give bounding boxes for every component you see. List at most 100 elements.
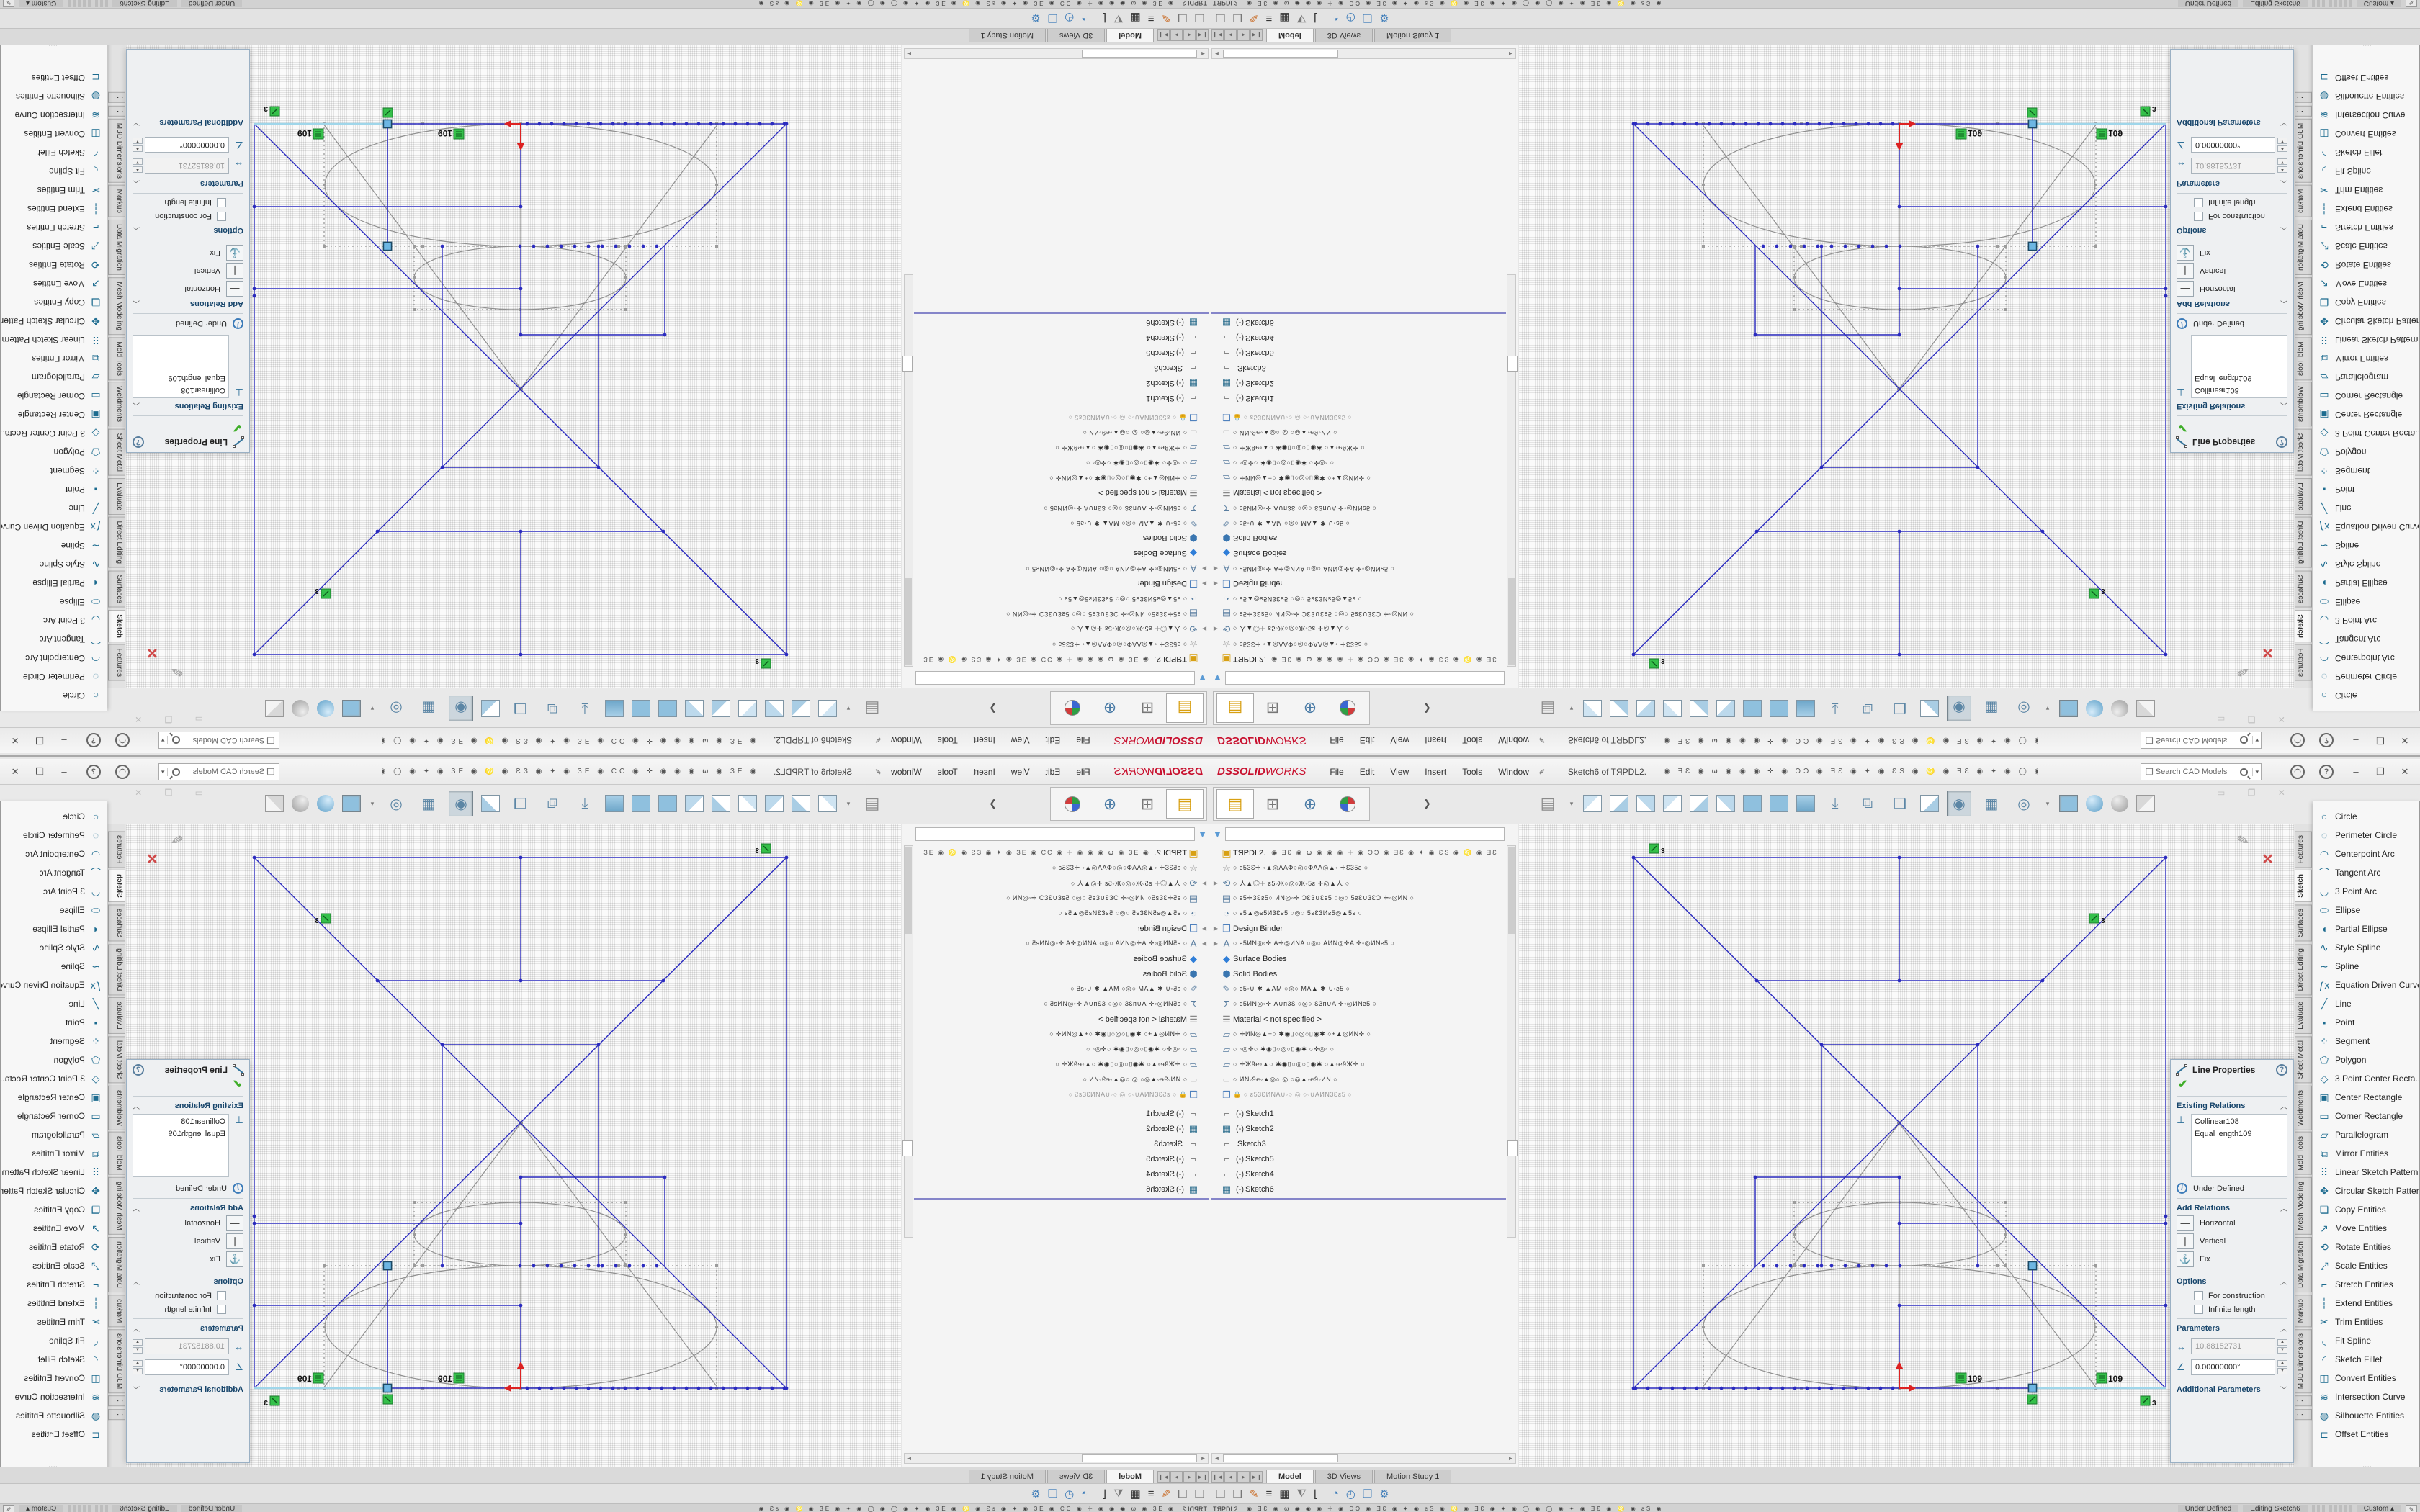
toolbar-icon[interactable]	[658, 700, 677, 717]
toolbar-icon[interactable]	[2059, 700, 2078, 717]
menu-item[interactable]: ⟲ Rotate Entities	[2313, 1238, 2419, 1256]
ok-button[interactable]: ✔	[133, 420, 242, 435]
commandmanager-tab[interactable]: Direct Editing	[2295, 517, 2312, 568]
toolbar-icon[interactable]	[1796, 700, 1815, 717]
toolbar-icon[interactable]: ◉	[1947, 791, 1971, 816]
document-tab[interactable]: Model	[1266, 29, 1314, 42]
toolbar-icon[interactable]	[605, 700, 624, 717]
commandmanager-tab[interactable]: Mold Tools	[2295, 337, 2312, 380]
commandmanager-tab[interactable]: Evaluate	[2295, 997, 2312, 1034]
expand-arrow-icon[interactable]: ▶	[1200, 925, 1209, 932]
bottom-toolbar-icon[interactable]: ▦	[1131, 1488, 1141, 1500]
help-icon[interactable]: ?	[2276, 1064, 2287, 1076]
search-dropdown-icon[interactable]: ▾	[161, 737, 168, 744]
menu-item[interactable]: ⌐ Stretch Entities	[1, 218, 107, 237]
toolbar-icon[interactable]	[1743, 700, 1762, 717]
toolbar-icon[interactable]	[342, 795, 361, 812]
menu-item[interactable]: ∿ Style Spline	[2313, 938, 2419, 957]
section-add-relations[interactable]: Add Relations︿	[133, 299, 243, 314]
menu-item[interactable]: Window	[883, 767, 930, 777]
commandmanager-tab[interactable]: MBD Dimensions	[2295, 1329, 2312, 1393]
tree-item[interactable]: ✎ ○ ƨ5◦∪ ✱ ▲ΑΜ ○◎○ ΜΑ▲ ✱ ∪◦ƨ5 ○	[1211, 981, 1506, 996]
menu-item[interactable]: ▭ Corner Rectangle	[1, 1107, 107, 1125]
section-options[interactable]: Options︿	[2177, 225, 2287, 240]
toolbar-icon[interactable]	[1770, 700, 1788, 717]
cancel-sketch-icon[interactable]: ✕	[146, 644, 158, 662]
tree-item[interactable]: ◔ ○ ƨ5▲◎ƨ5И3Ɛƨ5 ○◎○ 5ƨƐ3Иƨ5◎▲5ƨ ○	[914, 906, 1209, 921]
bottom-toolbar-icon[interactable]: ◴	[1346, 1488, 1355, 1500]
bottom-toolbar-icon[interactable]: ❏	[1195, 1488, 1204, 1500]
tree-item[interactable]: ▶ ⟲ ○ 人▲◎✛ ƨ5◦Ж○◎○Ж◦5ƨ ✛◎▲人 ○	[1211, 876, 1506, 891]
close-button[interactable]: ✕	[2396, 762, 2414, 781]
tree-item-sketch[interactable]: ▦ (-) Sketch6	[1211, 315, 1506, 330]
tree-horizontal-scrollbar[interactable]: ◄ ►	[1211, 1453, 1516, 1464]
menu-item[interactable]: View	[1003, 767, 1038, 777]
menu-item[interactable]: ƒx Equation Driven Curve	[1, 976, 107, 994]
menu-item[interactable]: ⧉ Mirror Entities	[2313, 349, 2419, 368]
bottom-toolbar-icon[interactable]: ❏	[1195, 12, 1204, 25]
menu-item[interactable]: ƒx Equation Driven Curve	[2313, 976, 2419, 994]
displaymanager-tab[interactable]	[1329, 789, 1366, 819]
configurationmanager-tab[interactable]: ⊕	[1291, 789, 1329, 819]
tree-item[interactable]: ❒ 🔒 ○ ƨ53ƐИNΑ∪◦○ ◎ ○◦∪ΑИN3Ɛƨ5 ○	[914, 1087, 1209, 1102]
help-icon[interactable]: ?	[133, 436, 144, 448]
bottom-toolbar-icon[interactable]: ◴	[1065, 12, 1074, 25]
toolbar-icon[interactable]	[818, 795, 837, 812]
confirmation-corner[interactable]: ✎ ✕	[146, 641, 197, 680]
menu-item[interactable]: ⬠ Polygon	[1, 443, 107, 462]
menu-item[interactable]: Tools	[1454, 767, 1490, 777]
bottom-toolbar-icon[interactable]: ◔	[1332, 12, 1339, 24]
tree-item[interactable]: ⬢ Solid Bodies	[1211, 966, 1506, 981]
commandmanager-tab[interactable]: Mesh Modeling	[108, 277, 125, 335]
menu-item[interactable]: ⤢ Scale Entities	[1, 1256, 107, 1275]
tree-item[interactable]: ◔ ○ ƨ5▲◎ƨ5И3Ɛƨ5 ○◎○ 5ƨƐ3Иƨ5◎▲5ƨ ○	[1211, 591, 1506, 606]
toolbar-icon[interactable]	[1796, 795, 1815, 812]
bottom-toolbar-icon[interactable]: ◔	[1332, 1488, 1339, 1500]
tree-item[interactable]: ⌙ ○ ИN◦9℮◦▲◎○ ◎ ○◎▲◦℮9◦ИN ○	[1211, 425, 1506, 440]
pane-split-handle[interactable]	[1507, 1140, 1518, 1156]
configurationmanager-tab[interactable]: ⊕	[1091, 693, 1129, 723]
menu-item[interactable]: ◖ Partial Ellipse	[2313, 574, 2419, 593]
tab-nav-button[interactable]: ◄	[1224, 29, 1237, 41]
tree-item[interactable]: ☰ Material < not specified >	[914, 1012, 1209, 1027]
restore-button[interactable]: ❐	[30, 762, 49, 781]
restore-button[interactable]: ❐	[2371, 762, 2390, 781]
document-tab[interactable]: Motion Study 1	[969, 1470, 1046, 1483]
menu-item[interactable]: ╱ Line	[2313, 499, 2419, 518]
bottom-toolbar-icon[interactable]: ⧨	[1113, 12, 1123, 24]
add-fix-button[interactable]: ⚓Fix	[2177, 1251, 2287, 1267]
tree-item[interactable]: ▶ A ○ ƨ5ИN◎◦✛ Α✛◎ИNΑ ○◎○ ΑИN◎✛Α ✛◦◎ИNƨ5 …	[1211, 936, 1506, 951]
menu-item[interactable]: ❏ Copy Entities	[1, 293, 107, 312]
menu-item[interactable]: ↗ Move Entities	[2313, 1219, 2419, 1238]
section-additional-parameters[interactable]: Additional Parameters﹀	[133, 1380, 243, 1395]
length-parameter[interactable]: ↔ 10.88152731 ▲▼	[2177, 1338, 2287, 1354]
bottom-toolbar-icon[interactable]: ▦	[1279, 1488, 1289, 1500]
document-tab[interactable]: 3D Views	[1315, 29, 1373, 42]
toolbar-icon[interactable]	[685, 795, 704, 812]
angle-parameter[interactable]: ∠ 0.00000000° ▲▼	[133, 137, 243, 153]
tree-item-sketch[interactable]: ⌐ Sketch3	[1211, 1136, 1506, 1151]
cancel-sketch-icon[interactable]: ✕	[2262, 644, 2274, 662]
propertymanager-tab[interactable]: ⊞	[1129, 789, 1166, 819]
add-vertical-button[interactable]: ❘Vertical	[133, 263, 243, 279]
commandmanager-tab[interactable]: Surfaces	[2295, 904, 2312, 941]
menu-item[interactable]: ↗ Move Entities	[1, 274, 107, 293]
scroll-thumb[interactable]	[1082, 50, 1197, 58]
menu-item[interactable]: View	[1382, 736, 1417, 746]
toolbar-icon[interactable]	[1663, 795, 1682, 812]
user-account-icon[interactable]: ◠	[115, 765, 130, 779]
tree-item-sketch[interactable]: ⌐ (-) Sketch4	[1211, 1166, 1506, 1182]
commandmanager-tab[interactable]: MBD Dimensions	[2295, 119, 2312, 183]
mdi-window-buttons[interactable]: ▭ ❐ ✕	[2217, 788, 2295, 798]
expand-arrow-icon[interactable]: ▶	[1211, 565, 1220, 572]
toolbar-icon[interactable]	[1636, 700, 1655, 717]
menu-item[interactable]: Edit	[1038, 767, 1069, 777]
tab-nav-button[interactable]: ◄	[1183, 1471, 1196, 1483]
commandmanager-tab[interactable]: Sketch	[108, 610, 125, 642]
bottom-toolbar-icon[interactable]: ⚙	[1379, 1488, 1389, 1500]
menu-item[interactable]: ⌒ Tangent Arc	[2313, 630, 2419, 649]
tree-item[interactable]: ▣ TЯPDL2. ◉ ƎƐ ◉ ⍵ ◉ ◉ ◉ ✛ ◉ ƆƆ ◉ ƎƐ ◉ ✦…	[914, 652, 1209, 667]
menu-item[interactable]: ⧉ Mirror Entities	[1, 1144, 107, 1163]
toolbar-icon[interactable]: ◎	[384, 696, 408, 721]
menu-item[interactable]: ◫ Convert Entities	[1, 125, 107, 143]
